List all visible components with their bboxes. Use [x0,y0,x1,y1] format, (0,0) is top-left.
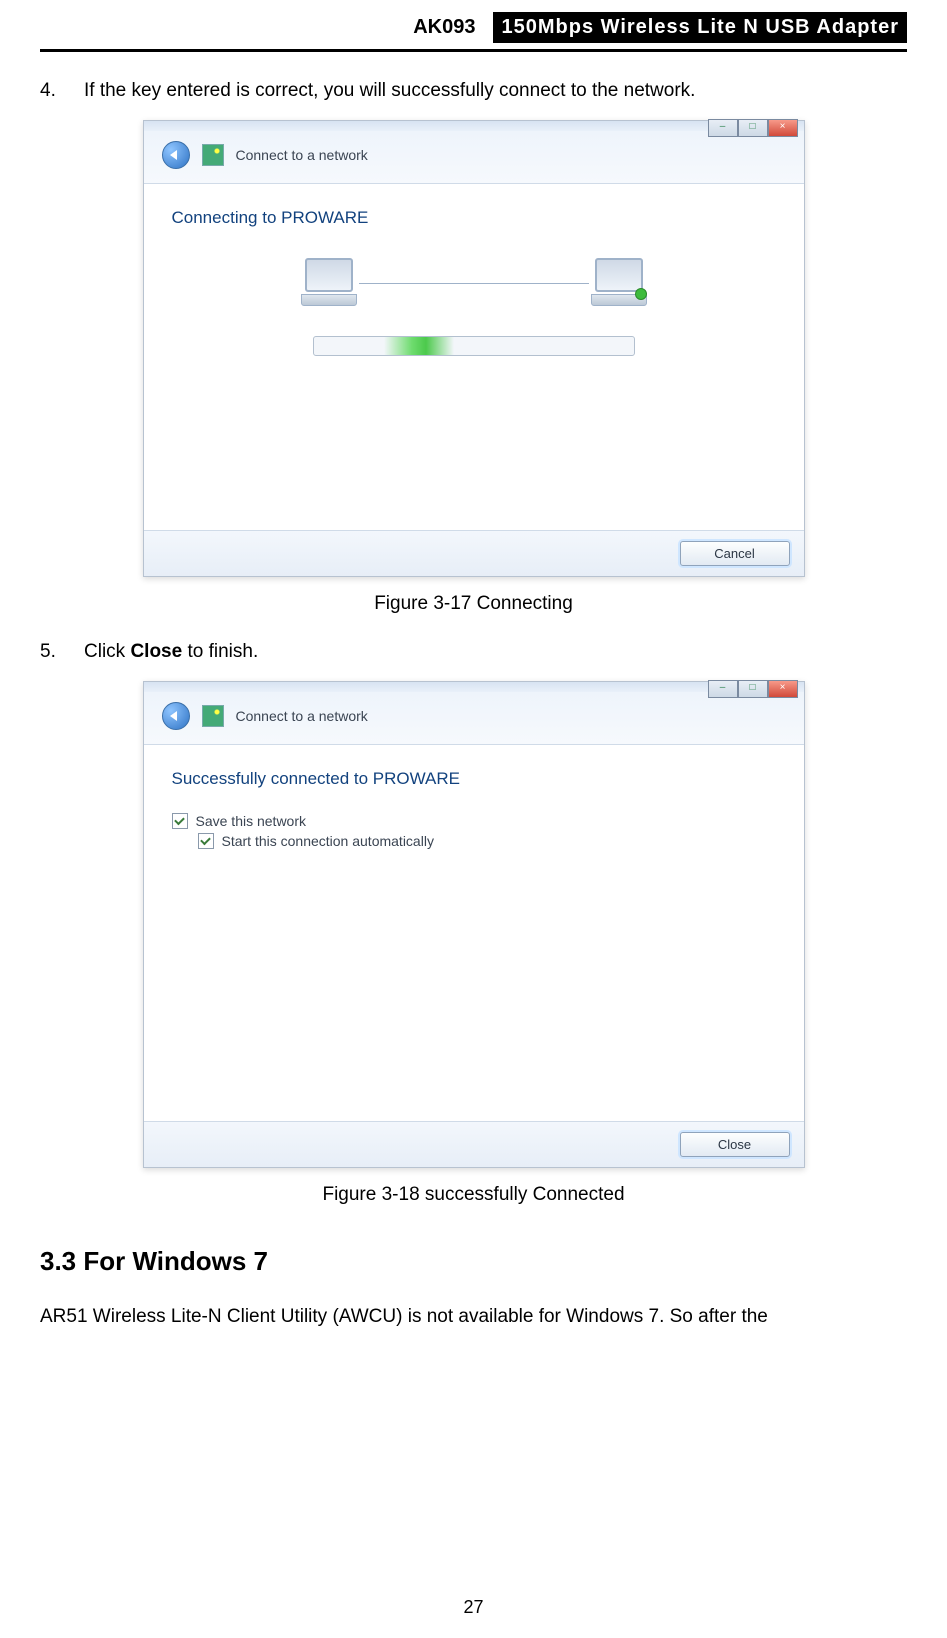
page-header: AK093 150Mbps Wireless Lite N USB Adapte… [40,0,907,52]
step-5: 5. Click Close to finish. [40,641,907,663]
maximize-button[interactable]: □ [738,680,768,698]
checkbox-icon[interactable] [172,813,188,829]
save-network-label: Save this network [196,813,307,829]
dialog-toolbar-text: Connect to a network [236,147,368,163]
step-4-number: 4. [40,80,64,102]
dialog-toolbar: Connect to a network [144,692,804,745]
close-button[interactable]: Close [680,1132,790,1157]
progress-bar [313,336,635,356]
figure-3-17-caption: Figure 3-17 Connecting [40,593,907,615]
close-window-button[interactable]: × [768,680,798,698]
dialog-toolbar-text: Connect to a network [236,708,368,724]
window-controls: – □ × [708,119,798,137]
cancel-button[interactable]: Cancel [680,541,790,566]
step-5-post: to finish. [182,641,258,662]
back-icon[interactable] [162,141,190,169]
step-5-number: 5. [40,641,64,663]
auto-start-label: Start this connection automatically [222,833,434,849]
network-icon [202,144,224,166]
network-icon [202,705,224,727]
dialog-toolbar: Connect to a network [144,131,804,184]
header-model: AK093 [413,16,475,39]
computer-icon [299,258,359,308]
step-4-text: If the key entered is correct, you will … [84,80,907,102]
back-icon[interactable] [162,702,190,730]
connection-graphic [172,258,776,308]
section-3-3-paragraph: AR51 Wireless Lite-N Client Utility (AWC… [40,1301,907,1333]
close-window-button[interactable]: × [768,119,798,137]
dialog-title: Connecting to PROWARE [172,208,776,228]
step-5-pre: Click [84,641,130,662]
checkbox-icon[interactable] [198,833,214,849]
network-computer-icon [589,258,649,308]
figure-3-18-caption: Figure 3-18 successfully Connected [40,1184,907,1206]
minimize-button[interactable]: – [708,119,738,137]
step-4: 4. If the key entered is correct, you wi… [40,80,907,102]
dialog-connecting: – □ × Connect to a network Connecting to… [143,120,805,577]
window-controls: – □ × [708,680,798,698]
auto-start-option[interactable]: Start this connection automatically [198,833,776,849]
save-network-option[interactable]: Save this network [172,813,776,829]
page-number: 27 [0,1597,947,1618]
maximize-button[interactable]: □ [738,119,768,137]
dialog-connected: – □ × Connect to a network Successfully … [143,681,805,1168]
header-product: 150Mbps Wireless Lite N USB Adapter [493,12,907,43]
step-5-bold: Close [130,641,182,662]
section-3-3-heading: 3.3 For Windows 7 [40,1246,907,1277]
dialog-title: Successfully connected to PROWARE [172,769,776,789]
minimize-button[interactable]: – [708,680,738,698]
step-5-text: Click Close to finish. [84,641,907,663]
